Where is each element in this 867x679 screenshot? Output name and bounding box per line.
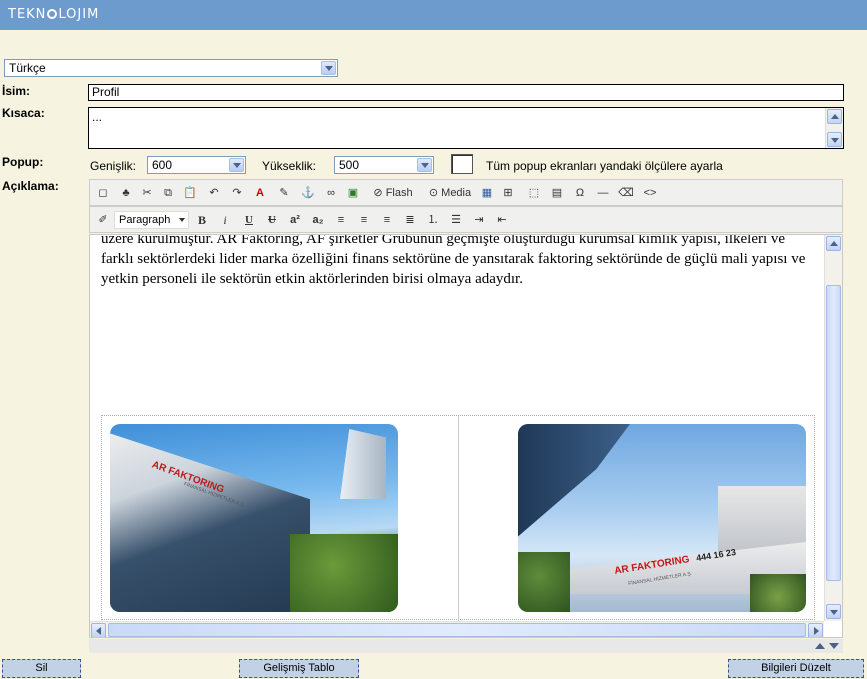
fullscreen-icon[interactable]: ◻	[95, 185, 111, 201]
language-select[interactable]: Türkçe	[4, 59, 338, 77]
page-break-icon[interactable]: ▤	[549, 185, 565, 201]
unordered-list-icon[interactable]: ☰	[448, 212, 464, 228]
link-icon[interactable]: ∞	[323, 185, 339, 201]
indent-icon[interactable]: ⇥	[471, 212, 487, 228]
building-photo-2: AR FAKTORING 444 16 23 FİNANSAL HİZMETLE…	[518, 424, 806, 612]
editor-toolbar-2: ✐ Paragraph B i U U a² a₂ ≡ ≡ ≡ ≣ ⒈ ☰ ⇥ …	[89, 206, 843, 233]
building-facade	[110, 433, 310, 612]
format-select[interactable]: Paragraph	[114, 211, 189, 229]
chevron-down-icon[interactable]	[229, 158, 244, 172]
flash-button[interactable]: ⊘ Flash	[370, 185, 416, 201]
kisaca-label: Kısaca:	[2, 106, 45, 120]
undo-icon[interactable]: ↶	[206, 185, 222, 201]
editor-paragraph: üzere kurulmuştur. AR Faktoring, AF şirk…	[101, 234, 806, 287]
brand-logo: TEKN LOJIM	[8, 7, 100, 22]
media-button[interactable]: ⊙ Media	[425, 185, 475, 201]
horizontal-rule-icon[interactable]: —	[595, 185, 611, 201]
scroll-up-icon[interactable]	[827, 109, 842, 124]
copy-icon[interactable]: ⧉	[160, 185, 176, 201]
yukseklik-select[interactable]: 500	[334, 156, 434, 174]
isim-label: İsim:	[2, 84, 31, 98]
find-icon[interactable]: ♣	[118, 185, 134, 201]
isim-input[interactable]: Profil	[88, 84, 844, 101]
image-icon[interactable]: ▣	[345, 185, 361, 201]
genislik-value: 600	[152, 158, 173, 172]
editor-hscrollbar[interactable]	[90, 621, 824, 637]
style-icon[interactable]: ✐	[95, 212, 111, 228]
editor-statusbar	[89, 639, 843, 653]
advanced-table-button[interactable]: Gelişmiş Tablo	[239, 659, 359, 678]
chevron-down-icon[interactable]	[179, 218, 185, 222]
align-justify-icon[interactable]: ≣	[402, 212, 418, 228]
media-label: Media	[441, 187, 472, 199]
highlight-icon[interactable]: ✎	[276, 185, 292, 201]
html-source-icon[interactable]: <>	[642, 185, 658, 201]
resize-down-icon[interactable]	[829, 643, 839, 649]
subscript-icon[interactable]: a₂	[310, 212, 326, 228]
table-divider	[458, 416, 459, 621]
resize-up-icon[interactable]	[815, 643, 825, 649]
omega-icon[interactable]: Ω	[572, 185, 588, 201]
outdent-icon[interactable]: ⇤	[494, 212, 510, 228]
italic-icon[interactable]: i	[217, 212, 233, 228]
ordered-list-icon[interactable]: ⒈	[425, 212, 441, 228]
align-center-icon[interactable]: ≡	[356, 212, 372, 228]
chevron-down-icon[interactable]	[321, 61, 336, 75]
table-edit-icon[interactable]: ⊞	[500, 185, 516, 201]
text-color-icon[interactable]: A	[252, 185, 268, 201]
aciklama-label: Açıklama:	[2, 179, 59, 193]
trees	[290, 534, 398, 612]
kisaca-value: ...	[92, 110, 103, 124]
popup-label: Popup:	[2, 155, 44, 169]
yukseklik-value: 500	[339, 158, 360, 172]
editor-toolbar-1: ◻ ♣ ✂ ⧉ 📋 ↶ ↷ A ✎ ⚓ ∞ ▣ ⊘ Flash ⊙ Media …	[89, 179, 843, 206]
strikethrough-icon[interactable]: U	[264, 212, 280, 228]
language-select-value: Türkçe	[9, 61, 46, 75]
scroll-up-icon[interactable]	[826, 236, 841, 251]
redo-icon[interactable]: ↷	[229, 185, 245, 201]
genislik-select[interactable]: 600	[147, 156, 246, 174]
hscroll-thumb[interactable]	[108, 623, 806, 637]
scroll-left-icon[interactable]	[91, 623, 106, 637]
flash-label: Flash	[385, 187, 413, 199]
cut-icon[interactable]: ✂	[139, 185, 155, 201]
apply-all-label: Tüm popup ekranları yandaki ölçülere aya…	[486, 159, 723, 173]
genislik-label: Genişlik:	[90, 159, 137, 173]
image-table: AR FAKTORING FİNANSAL HİZMETLER A.Ş. AR …	[101, 415, 815, 621]
tower-shape	[340, 429, 386, 499]
paste-icon[interactable]: 📋	[182, 185, 198, 201]
table-icon[interactable]: ▦	[479, 185, 495, 201]
kisaca-scrollbar[interactable]	[825, 108, 843, 148]
save-button[interactable]: Bilgileri Düzelt	[728, 659, 864, 678]
apply-all-checkbox[interactable]	[451, 154, 473, 174]
app-header: TEKN LOJIM	[0, 0, 867, 30]
delete-button[interactable]: Sil	[2, 659, 81, 678]
yukseklik-label: Yükseklik:	[262, 159, 317, 173]
editor-content[interactable]: üzere kurulmuştur. AR Faktoring, AF şirk…	[89, 234, 843, 638]
kisaca-textarea[interactable]: ...	[88, 107, 844, 149]
visual-aid-icon[interactable]: ⬚	[526, 185, 542, 201]
eraser-icon[interactable]: ⌫	[618, 185, 634, 201]
underline-icon[interactable]: U	[241, 212, 257, 228]
editor-vscrollbar[interactable]	[824, 235, 842, 621]
building-photo-1: AR FAKTORING FİNANSAL HİZMETLER A.Ş.	[110, 424, 398, 612]
align-left-icon[interactable]: ≡	[333, 212, 349, 228]
scroll-down-icon[interactable]	[827, 132, 842, 147]
align-right-icon[interactable]: ≡	[379, 212, 395, 228]
anchor-icon[interactable]: ⚓	[300, 185, 316, 201]
bold-icon[interactable]: B	[194, 212, 210, 228]
tree-left	[518, 552, 570, 612]
format-value: Paragraph	[119, 214, 171, 226]
scroll-right-icon[interactable]	[808, 623, 823, 637]
vscroll-thumb[interactable]	[826, 285, 841, 581]
tree-right	[750, 574, 806, 612]
superscript-icon[interactable]: a²	[287, 212, 303, 228]
scroll-down-icon[interactable]	[826, 604, 841, 619]
chevron-down-icon[interactable]	[417, 158, 432, 172]
